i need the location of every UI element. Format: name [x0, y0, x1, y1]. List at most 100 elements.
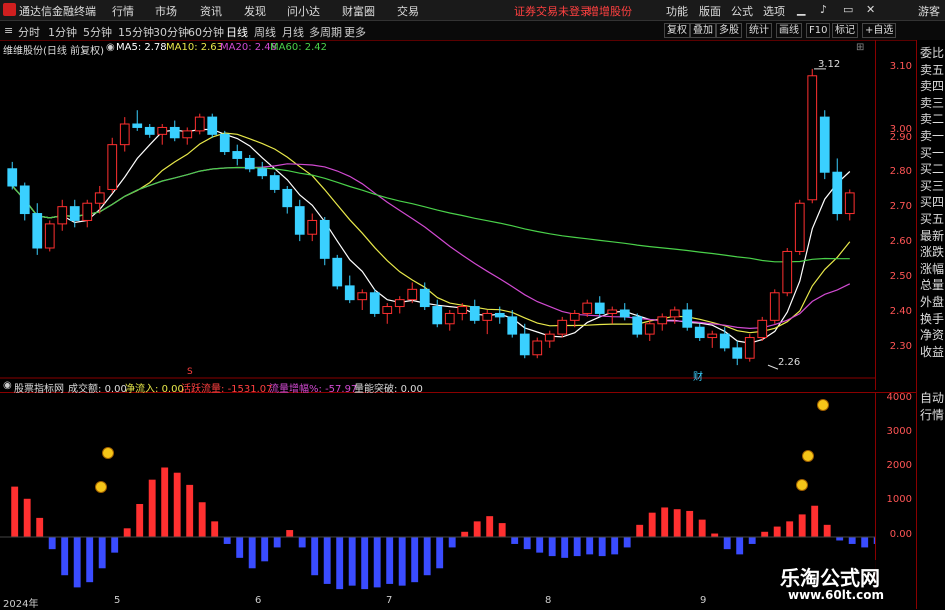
side-panel: 委比卖五卖四卖三卖二卖一买一买二买三买四买五最新涨跌涨幅总量外盘换手净资收益自动…: [916, 40, 945, 609]
date-label: 2024年: [3, 599, 39, 610]
candle-body: [744, 337, 755, 359]
watermark-title: 乐淘公式网: [780, 566, 880, 590]
price-tick: 2.30: [889, 341, 912, 352]
candle-body: [769, 292, 780, 321]
indicator-bar: [598, 537, 606, 557]
side-item[interactable]: 卖二: [920, 112, 944, 126]
indicator-bar: [86, 537, 94, 583]
candle-body: [444, 312, 455, 325]
side-item[interactable]: 卖三: [920, 96, 944, 110]
candle-body: [494, 312, 505, 318]
candle-body: [669, 309, 680, 318]
signal-icon: [102, 447, 114, 459]
candle-body: [69, 206, 80, 221]
signal-icon: [802, 450, 814, 462]
side-item[interactable]: 总量: [920, 278, 944, 292]
indicator-bar: [698, 519, 706, 537]
candle-body: [657, 316, 668, 325]
low-price-label: 2.26: [778, 357, 801, 368]
indicator-bar: [661, 507, 669, 537]
candle-body: [82, 202, 93, 221]
indicator-bar: [536, 537, 544, 553]
candle-body: [407, 288, 418, 301]
indicator-settings-icon[interactable]: ◉: [3, 380, 12, 391]
indicator-tick: 3000: [886, 426, 912, 437]
indicator-bar: [73, 537, 81, 588]
side-item[interactable]: 净资: [920, 328, 944, 342]
indicator-tick: 4000: [886, 392, 912, 403]
side-item[interactable]: 涨跌: [920, 245, 944, 259]
candle-body: [244, 157, 255, 170]
side-item[interactable]: 买四: [920, 195, 944, 209]
indicator-bar: [273, 537, 281, 548]
side-item[interactable]: 换手: [920, 312, 944, 326]
candle-body: [257, 168, 268, 177]
ind-value: 0.00: [104, 384, 127, 395]
high-price-label: 3.12: [818, 59, 841, 70]
candle-body: [782, 250, 793, 294]
price-axis: 3.10 3.00 2.90 2.80 2.70 2.60 2.50 2.40 …: [875, 40, 916, 390]
indicator-bar: [36, 517, 44, 537]
candle-body: [632, 316, 643, 335]
candle-body: [369, 292, 380, 314]
indicator-bar: [736, 537, 744, 555]
side-item[interactable]: 买三: [920, 179, 944, 193]
indicator-bar: [686, 510, 694, 537]
guest-label[interactable]: 游客: [918, 3, 940, 19]
candle-body: [94, 192, 105, 204]
kline-chart[interactable]: [0, 0, 875, 595]
price-tick: 3.10: [889, 61, 912, 72]
candle-body: [219, 133, 230, 153]
indicator-bar: [836, 537, 844, 541]
candle-body: [182, 130, 193, 139]
candle-body: [457, 306, 468, 314]
side-item[interactable]: 卖四: [920, 79, 944, 93]
indicator-bar: [573, 537, 581, 557]
low-pointer: [767, 364, 779, 370]
side-item[interactable]: 收益: [920, 345, 944, 359]
candle-body: [132, 123, 143, 128]
side-item[interactable]: 买二: [920, 162, 944, 176]
indicator-bar: [161, 467, 169, 537]
side-item[interactable]: 自动: [920, 391, 944, 405]
indicator-bar: [373, 537, 381, 588]
indicator-bar: [423, 537, 431, 576]
candle-body: [419, 288, 430, 308]
price-tick: 2.40: [889, 306, 912, 317]
candle-body: [232, 151, 243, 159]
indicator-bar: [861, 537, 869, 548]
price-tick: 2.70: [889, 201, 912, 212]
indicator-bar: [61, 537, 69, 576]
candle-body: [582, 302, 593, 314]
candle-body: [357, 292, 368, 301]
candle-body: [482, 312, 493, 321]
side-item[interactable]: 卖五: [920, 63, 944, 77]
watermark: 乐淘公式网 www.60lt.com: [772, 560, 916, 609]
side-item[interactable]: 最新: [920, 229, 944, 243]
indicator-bar: [548, 537, 556, 557]
side-item[interactable]: 卖一: [920, 129, 944, 143]
ind-label: 流量增幅%:: [269, 384, 322, 395]
side-item[interactable]: 买五: [920, 212, 944, 226]
candle-body: [32, 213, 43, 249]
signal-icon: [817, 399, 829, 411]
indicator-bar: [173, 472, 181, 537]
side-item[interactable]: 委比: [920, 46, 944, 60]
side-item[interactable]: 外盘: [920, 295, 944, 309]
candle-body: [382, 306, 393, 314]
side-item[interactable]: 涨幅: [920, 262, 944, 276]
candle-body: [394, 299, 405, 308]
side-item[interactable]: 买一: [920, 146, 944, 160]
candle-body: [469, 306, 480, 321]
indicator-bar: [711, 533, 719, 537]
indicator-bar: [48, 537, 56, 550]
indicator-bar: [798, 514, 806, 537]
indicator-bar: [211, 521, 219, 537]
indicator-bar: [186, 484, 194, 537]
indicator-name[interactable]: 股票指标网: [14, 380, 64, 395]
indicator-bar: [111, 537, 119, 553]
indicator-bar: [823, 524, 831, 537]
side-item[interactable]: 行情: [920, 408, 944, 422]
indicator-bar: [198, 502, 206, 537]
indicator-bar: [386, 537, 394, 584]
